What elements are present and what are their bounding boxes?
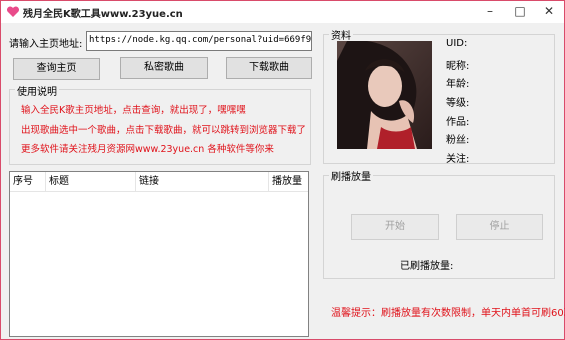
instruction-line-2: 出现歌曲选中一个歌曲，点击下载歌曲，就可以跳转到浏览器下载了 — [21, 125, 307, 136]
plays-title: 刷播放量 — [329, 168, 373, 183]
window-title: 残月全民K歌工具www.23yue.cn — [23, 9, 183, 20]
table-header: 序号 标题 链接 播放量 — [10, 172, 308, 192]
column-header-plays[interactable]: 播放量 — [269, 172, 308, 192]
instruction-line-3: 更多软件请关注残月资源网www.23yue.cn 各种软件等你来 — [21, 144, 274, 155]
warm-tip: 温馨提示：刷播放量有次数限制，单天内单首可刷60次 — [331, 308, 565, 319]
play-count-label: 已刷播放量: — [400, 261, 454, 272]
avatar — [337, 41, 432, 149]
level-label: 等级: — [446, 98, 470, 109]
maximize-icon[interactable]: □ — [505, 1, 535, 23]
minimize-icon[interactable]: – — [475, 1, 505, 23]
instruction-line-1: 输入全民K歌主页地址，点击查询，就出现了，嘿嘿嘿 — [21, 105, 246, 116]
url-label: 请输入主页地址: — [9, 39, 83, 50]
avatar-photo — [337, 41, 432, 149]
profile-title: 资料 — [329, 27, 353, 42]
works-label: 作品: — [446, 117, 470, 128]
column-header-title[interactable]: 标题 — [46, 172, 136, 192]
close-icon[interactable]: ✕ — [534, 1, 564, 23]
title-bar[interactable]: 残月全民K歌工具www.23yue.cn – □ ✕ — [1, 1, 564, 23]
heart-app-icon — [6, 6, 20, 17]
stop-button[interactable]: 停止 — [456, 214, 543, 240]
start-button[interactable]: 开始 — [351, 214, 439, 240]
url-input[interactable]: https://node.kg.qq.com/personal?uid=669f… — [86, 31, 312, 51]
private-songs-button[interactable]: 私密歌曲 — [120, 57, 208, 79]
fans-label: 粉丝: — [446, 135, 470, 146]
song-table[interactable]: 序号 标题 链接 播放量 — [9, 171, 309, 337]
column-header-index[interactable]: 序号 — [10, 172, 46, 192]
download-song-button[interactable]: 下载歌曲 — [226, 57, 312, 79]
following-label: 关注: — [446, 154, 470, 165]
column-header-link[interactable]: 链接 — [136, 172, 269, 192]
query-homepage-button[interactable]: 查询主页 — [13, 58, 100, 80]
uid-label: UID: — [446, 38, 468, 49]
app-window: 残月全民K歌工具www.23yue.cn – □ ✕ 请输入主页地址: http… — [0, 0, 565, 340]
nickname-label: 昵称: — [446, 61, 470, 72]
instructions-title: 使用说明 — [15, 83, 59, 98]
age-label: 年龄: — [446, 79, 470, 90]
